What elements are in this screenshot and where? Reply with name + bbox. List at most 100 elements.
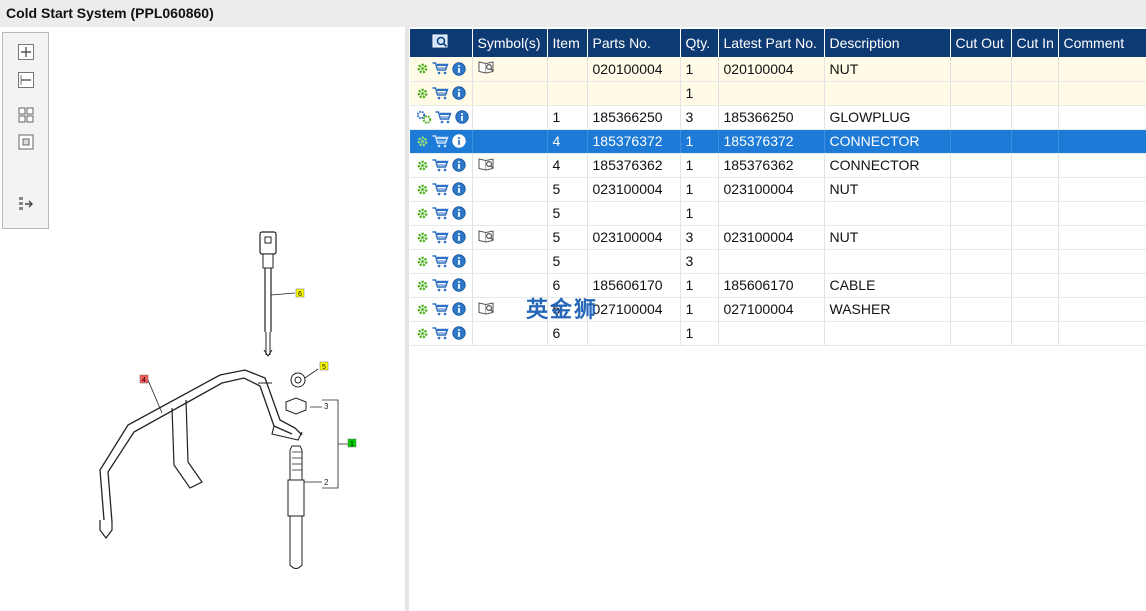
col-header-qty[interactable]: Qty. [680, 29, 719, 57]
info-button[interactable] [452, 62, 466, 76]
fit-all-button[interactable] [14, 104, 38, 126]
cell-cut-out [950, 81, 1012, 106]
info-button[interactable] [452, 86, 466, 100]
table-row[interactable]: 61 [410, 321, 1146, 346]
add-to-cart-button[interactable] [432, 134, 449, 148]
table-row[interactable]: 53 [410, 249, 1146, 274]
details-button[interactable] [416, 159, 429, 172]
col-header-actions[interactable] [410, 29, 473, 57]
info-button[interactable] [452, 206, 466, 220]
table-row[interactable]: 4 185376372 1 185376372 CONNECTOR [410, 129, 1146, 154]
details-button[interactable] [416, 255, 429, 268]
table-row[interactable]: 6 185606170 1 185606170 CABLE [410, 273, 1146, 298]
cell-cut-out [950, 57, 1012, 82]
book-magnifier-icon[interactable] [478, 157, 496, 171]
cell-cut-out [950, 153, 1012, 178]
info-button[interactable] [455, 110, 469, 124]
info-button[interactable] [452, 230, 466, 244]
cell-item: 1 [547, 105, 588, 130]
callout-1[interactable]: 1 [347, 438, 357, 448]
add-to-cart-button[interactable] [432, 62, 449, 75]
cell-symbols [472, 129, 548, 154]
info-button[interactable] [452, 254, 466, 268]
info-button[interactable] [452, 182, 466, 196]
cell-parts-no [587, 321, 681, 346]
details-button[interactable] [416, 303, 429, 316]
add-to-cart-button[interactable] [432, 278, 449, 292]
table-row[interactable]: 5 027100004 1 027100004 WASHER [410, 297, 1146, 322]
cell-cut-out [950, 321, 1012, 346]
table-row[interactable]: 4 185376362 1 185376362 CONNECTOR [410, 153, 1146, 178]
table-row[interactable]: 1 185366250 3 185366250 GLOWPLUG [410, 105, 1146, 130]
table-row[interactable]: 1 [410, 81, 1146, 106]
info-button[interactable] [452, 326, 466, 340]
details-button[interactable] [416, 110, 432, 124]
cell-symbols [472, 105, 548, 130]
col-header-description[interactable]: Description [824, 29, 951, 57]
book-magnifier-icon[interactable] [478, 301, 496, 315]
table-row[interactable]: 5 023100004 3 023100004 NUT [410, 225, 1146, 250]
col-header-symbols[interactable]: Symbol(s) [472, 29, 548, 57]
col-header-item[interactable]: Item [547, 29, 588, 57]
add-to-cart-button[interactable] [432, 86, 449, 100]
add-to-cart-button[interactable] [432, 182, 449, 196]
callout-5[interactable]: 5 [319, 361, 329, 371]
callout-6-label: 6 [298, 291, 302, 298]
book-magnifier-icon[interactable] [478, 60, 496, 74]
cell-qty: 1 [680, 297, 719, 322]
info-button[interactable] [452, 278, 466, 292]
details-button[interactable] [416, 183, 429, 196]
add-to-cart-button[interactable] [432, 326, 449, 340]
fit-window-button[interactable] [14, 131, 38, 153]
row-actions [410, 201, 473, 226]
cell-comment [1058, 81, 1146, 106]
info-button[interactable] [452, 134, 466, 148]
cell-qty: 1 [680, 81, 719, 106]
cell-description [824, 249, 951, 274]
col-header-cut-out[interactable]: Cut Out [950, 29, 1012, 57]
details-button[interactable] [416, 207, 429, 220]
gear-pair-icon [416, 110, 432, 124]
table-row[interactable]: 5 023100004 1 023100004 NUT [410, 177, 1146, 202]
add-to-cart-button[interactable] [432, 158, 449, 172]
callout-5-label: 5 [322, 364, 326, 371]
cell-symbols [472, 177, 548, 202]
add-to-cart-button[interactable] [432, 302, 449, 316]
details-button[interactable] [416, 62, 429, 75]
add-to-cart-button[interactable] [432, 206, 449, 220]
details-button[interactable] [416, 135, 429, 148]
callout-4[interactable]: 4 [139, 374, 149, 384]
callout-6[interactable]: 6 [295, 288, 305, 298]
col-header-latest-part-no[interactable]: Latest Part No. [718, 29, 825, 57]
details-button[interactable] [416, 231, 429, 244]
export-button[interactable] [14, 193, 38, 215]
gear-icon [417, 160, 428, 170]
book-magnifier-icon[interactable] [478, 229, 496, 243]
table-row[interactable]: 51 [410, 201, 1146, 226]
col-header-cut-in[interactable]: Cut In [1011, 29, 1059, 57]
cell-comment [1058, 273, 1146, 298]
cart-icon [432, 62, 449, 75]
cell-cut-in [1011, 225, 1059, 250]
add-to-cart-button[interactable] [432, 230, 449, 244]
cell-item: 5 [547, 201, 588, 226]
cell-cut-in [1011, 273, 1059, 298]
info-button[interactable] [452, 158, 466, 172]
info-button[interactable] [452, 302, 466, 316]
cart-icon [432, 254, 449, 267]
col-header-parts-no[interactable]: Parts No. [587, 29, 681, 57]
col-header-comment[interactable]: Comment [1058, 29, 1146, 57]
cart-icon [432, 326, 449, 339]
cell-cut-out [950, 249, 1012, 274]
details-button[interactable] [416, 327, 429, 340]
zoom-out-button[interactable] [14, 69, 38, 91]
details-button[interactable] [416, 87, 429, 100]
add-to-cart-button[interactable] [435, 110, 452, 124]
details-button[interactable] [416, 279, 429, 292]
add-to-cart-button[interactable] [432, 254, 449, 268]
table-row[interactable]: 020100004 1 020100004 NUT [410, 57, 1146, 82]
pane-splitter[interactable] [405, 27, 409, 611]
cell-parts-no: 023100004 [587, 177, 681, 202]
cell-latest-part-no: 185366250 [718, 105, 825, 130]
zoom-in-button[interactable] [14, 41, 38, 63]
